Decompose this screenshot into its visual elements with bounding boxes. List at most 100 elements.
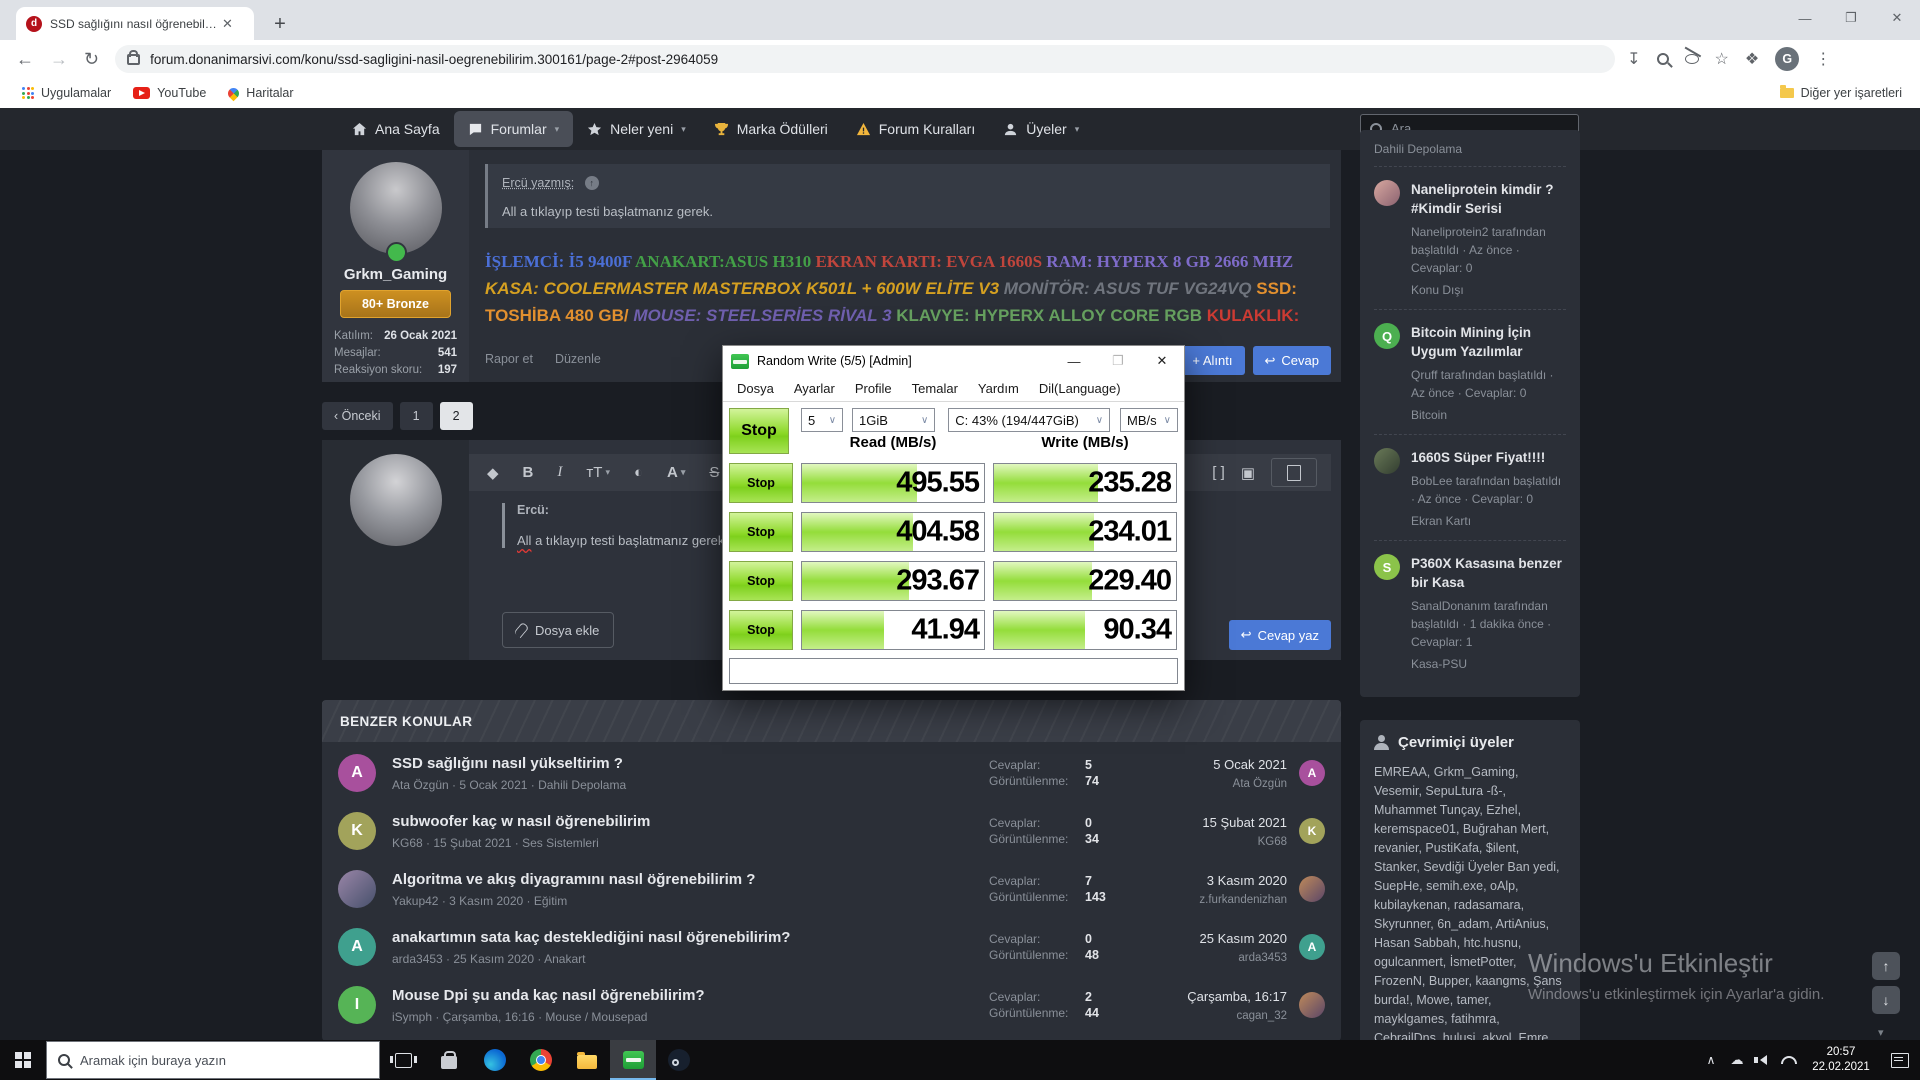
strikethrough-icon[interactable]: S [709, 464, 719, 481]
menu-language[interactable]: Dil(Language) [1029, 381, 1131, 396]
taskbar-search-input[interactable]: Aramak için buraya yazın [46, 1041, 380, 1079]
topic-title[interactable]: anakartımın sata kaç desteklediğini nası… [392, 929, 989, 946]
topic-title[interactable]: P360X Kasasına benzer bir Kasa [1411, 554, 1566, 592]
nav-forum-rules[interactable]: Forum Kuralları [842, 111, 989, 147]
browser-tab[interactable]: d SSD sağlığını nasıl öğrenebilirim ✕ [16, 7, 254, 40]
new-tab-button[interactable]: + [266, 10, 294, 38]
avatar[interactable] [350, 162, 442, 254]
tray-cloud-icon[interactable]: ☁ [1724, 1052, 1750, 1068]
dialog-minimize-button[interactable]: — [1052, 346, 1096, 376]
last-poster[interactable]: z.furkandenizhan [1157, 894, 1287, 906]
topic-title[interactable]: Algoritma ve akış diyagramını nasıl öğre… [392, 871, 989, 888]
tray-chevron-icon[interactable]: ∧ [1698, 1053, 1724, 1067]
zoom-icon[interactable] [1657, 53, 1669, 65]
extensions-icon[interactable]: ❖ [1745, 49, 1759, 69]
avatar[interactable] [350, 454, 442, 546]
topic-title[interactable]: Mouse Dpi şu anda kaç nasıl öğrenebiliri… [392, 987, 989, 1004]
nav-forums[interactable]: Forumlar ▾ [454, 111, 574, 147]
topic-category[interactable]: Kasa-PSU [1411, 655, 1566, 673]
remove-format-icon[interactable]: ◆ [487, 464, 499, 482]
tray-network-icon[interactable] [1776, 1056, 1802, 1064]
task-view-button[interactable] [380, 1040, 426, 1080]
table-row[interactable]: A SSD sağlığını nasıl yükseltirim ?Ata Ö… [338, 744, 1325, 802]
topic-title[interactable]: Naneliprotein kimdir ? #Kimdir Serisi [1411, 180, 1566, 218]
unit-select[interactable]: MB/s∨ [1120, 408, 1178, 432]
bookmark-youtube[interactable]: YouTube [133, 86, 206, 100]
taskbar-explorer-button[interactable] [564, 1040, 610, 1080]
topic-title[interactable]: SSD sağlığını nasıl yükseltirim ? [392, 755, 989, 772]
tray-volume-icon[interactable] [1750, 1055, 1776, 1065]
taskbar-chrome-button[interactable] [518, 1040, 564, 1080]
code-icon[interactable]: [ ] [1212, 464, 1225, 481]
last-poster[interactable]: cagan_32 [1157, 1010, 1287, 1022]
tab-close-icon[interactable]: ✕ [222, 16, 233, 32]
dialog-maximize-button[interactable]: ❐ [1096, 346, 1140, 376]
topic-title[interactable]: 1660S Süper Fiyat!!!! [1411, 448, 1566, 467]
comment-field[interactable] [729, 658, 1178, 684]
benchmark-dialog[interactable]: Random Write (5/5) [Admin] — ❐ ✕ Dosya A… [722, 345, 1185, 691]
nav-whats-new[interactable]: Neler yeni ▾ [573, 111, 700, 147]
menu-settings[interactable]: Ayarlar [784, 381, 845, 396]
topic-category[interactable]: Ekran Kartı [1411, 512, 1566, 530]
list-item[interactable]: Naneliprotein kimdir ? #Kimdir SerisiNan… [1374, 166, 1566, 309]
scroll-down-button[interactable]: ↓ [1872, 986, 1900, 1014]
attach-file-button[interactable]: Dosya ekle [502, 612, 614, 648]
last-poster[interactable]: Ata Özgün [1157, 778, 1287, 790]
forward-button[interactable]: → [50, 49, 68, 70]
edit-link[interactable]: Düzenle [555, 352, 601, 366]
last-poster[interactable]: arda3453 [1157, 952, 1287, 964]
stop-button[interactable]: Stop [729, 463, 793, 503]
font-size-icon[interactable]: тT▾ [586, 464, 610, 481]
previous-page-button[interactable]: ‹ Önceki [322, 402, 393, 430]
action-center-button[interactable] [1880, 1040, 1920, 1080]
menu-help[interactable]: Yardım [968, 381, 1029, 396]
reply-button[interactable]: ↩ Cevap [1253, 346, 1331, 375]
topic-title[interactable]: subwoofer kaç w nasıl öğrenebilirim [392, 813, 989, 830]
bookmark-star-icon[interactable]: ☆ [1715, 49, 1729, 69]
palette-icon[interactable]: ◐ [634, 464, 643, 481]
page-2-button[interactable]: 2 [440, 402, 473, 430]
menu-profile[interactable]: Profile [845, 381, 902, 396]
stop-all-button[interactable]: Stop [729, 408, 789, 454]
table-row[interactable]: A anakartımın sata kaç desteklediğini na… [338, 918, 1325, 976]
browser-menu-icon[interactable]: ⋮ [1815, 49, 1831, 69]
topic-category[interactable]: Dahili Depolama [1374, 138, 1566, 166]
profile-avatar[interactable]: G [1775, 47, 1799, 71]
topic-category[interactable]: Bitcoin [1411, 406, 1566, 424]
window-maximize-button[interactable]: ❐ [1828, 0, 1874, 36]
taskbar-store-button[interactable] [426, 1040, 472, 1080]
list-item[interactable]: 1660S Süper Fiyat!!!!BobLee tarafından b… [1374, 434, 1566, 540]
nav-home[interactable]: Ana Sayfa [338, 111, 454, 147]
stop-button[interactable]: Stop [729, 561, 793, 601]
online-members-list[interactable]: EMREAA, Grkm_Gaming, Vesemir, SepuLtura … [1360, 763, 1580, 1080]
menu-themes[interactable]: Temalar [902, 381, 968, 396]
table-row[interactable]: I Mouse Dpi şu anda kaç nasıl öğrenebili… [338, 976, 1325, 1034]
taskbar-diskmark-button[interactable] [610, 1040, 656, 1080]
taskbar-steam-button[interactable] [656, 1040, 702, 1080]
download-icon[interactable]: ↧ [1627, 49, 1640, 69]
test-size-select[interactable]: 1GiB∨ [852, 408, 935, 432]
topic-title[interactable]: Bitcoin Mining İçin Uygum Yazılımlar [1411, 323, 1566, 361]
nav-members[interactable]: Üyeler ▾ [989, 111, 1093, 147]
list-item[interactable]: S P360X Kasasına benzer bir KasaSanalDon… [1374, 540, 1566, 683]
stop-button[interactable]: Stop [729, 512, 793, 552]
address-bar[interactable]: forum.donanimarsivi.com/konu/ssd-sagligi… [115, 45, 1615, 73]
other-bookmarks[interactable]: Diğer yer işaretleri [1780, 86, 1902, 100]
save-draft-icon[interactable]: ▣ [1241, 464, 1255, 482]
quote-author[interactable]: Ercü yazmış: [502, 176, 574, 190]
table-row[interactable]: Algoritma ve akış diyagramını nasıl öğre… [338, 860, 1325, 918]
nav-brand-awards[interactable]: Marka Ödülleri [700, 111, 842, 147]
bookmark-apps[interactable]: Uygulamalar [22, 86, 111, 100]
font-color-icon[interactable]: A▾ [667, 464, 685, 481]
report-link[interactable]: Rapor et [485, 352, 533, 366]
taskbar-edge-button[interactable] [472, 1040, 518, 1080]
table-row[interactable]: K subwoofer kaç w nasıl öğrenebilirimKG6… [338, 802, 1325, 860]
eye-hidden-icon[interactable] [1685, 54, 1699, 64]
window-close-button[interactable]: ✕ [1874, 0, 1920, 36]
start-button[interactable] [0, 1040, 46, 1080]
jump-to-quote-icon[interactable]: ↑ [585, 176, 599, 190]
dialog-title-bar[interactable]: Random Write (5/5) [Admin] — ❐ ✕ [723, 346, 1184, 376]
quote-button[interactable]: + Alıntı [1180, 346, 1244, 375]
submit-reply-button[interactable]: ↩ Cevap yaz [1229, 620, 1331, 650]
list-item[interactable]: Q Bitcoin Mining İçin Uygum YazılımlarQr… [1374, 309, 1566, 434]
